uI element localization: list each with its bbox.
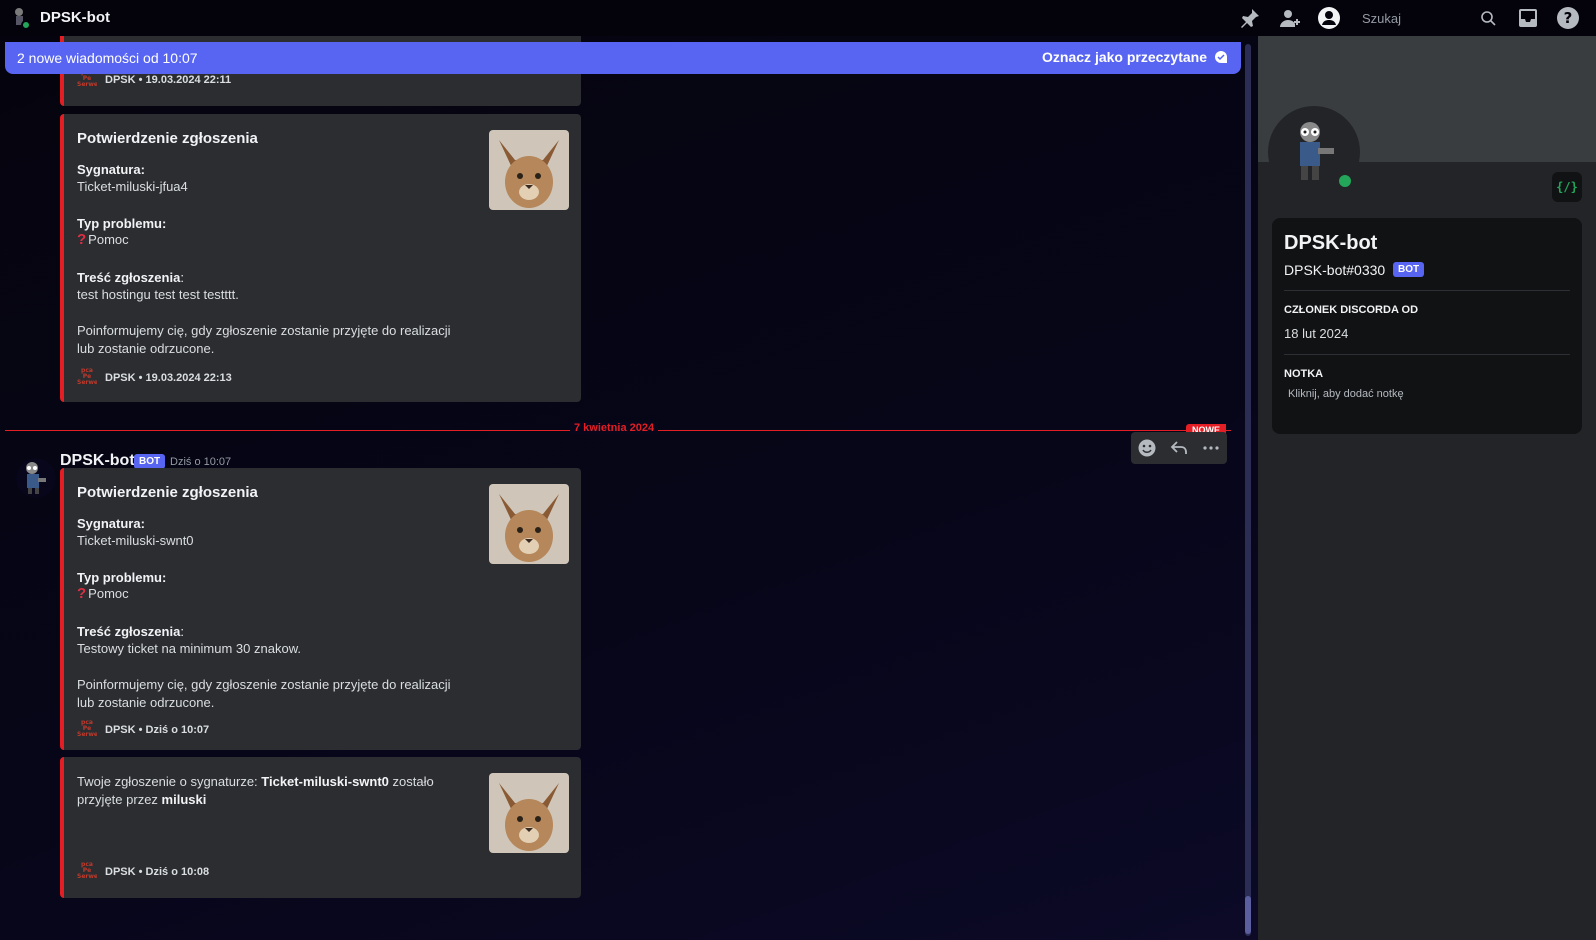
reply-icon[interactable] <box>1167 436 1191 460</box>
field-name: Typ problemu: <box>77 216 167 231</box>
caracal-thumbnail[interactable] <box>489 773 569 853</box>
embed-note-line: lub zostanie odrzucone. <box>77 695 215 710</box>
embed-ticket-accepted: Twoje zgłoszenie o sygnaturze: Ticket-mi… <box>60 757 581 898</box>
mark-read-icon <box>1215 51 1227 63</box>
profile-tag: DPSK-bot#0330 <box>1284 262 1386 278</box>
inbox-icon[interactable] <box>1516 6 1540 30</box>
card-separator <box>1284 354 1570 355</box>
chat-area: pca Pe Serwe DPSK • 19.03.2024 22:11 Pot… <box>0 36 1258 940</box>
help-icon[interactable]: ? <box>1556 6 1580 30</box>
profile-card: DPSK-bot DPSK-bot#0330 BOT CZŁONEK DISCO… <box>1272 218 1582 434</box>
user-profile-panel: {/} DPSK-bot DPSK-bot#0330 BOT CZŁONEK D… <box>1258 36 1596 940</box>
embed-title: Potwierdzenie zgłoszenia <box>77 484 258 501</box>
channel-title: DPSK-bot <box>40 9 110 26</box>
field-name: Sygnatura: <box>77 516 145 531</box>
footer-logo-icon: pca Pe Serwe <box>77 368 97 386</box>
add-reaction-icon[interactable] <box>1135 436 1159 460</box>
search-input[interactable] <box>1354 10 1464 26</box>
member-since-date: 18 lut 2024 <box>1284 326 1349 341</box>
bot-avatar-icon <box>15 8 31 30</box>
field-value: ? Pomoc <box>77 231 129 248</box>
field-name: Sygnatura: <box>77 162 145 177</box>
user-profile-icon[interactable] <box>1317 6 1341 30</box>
new-messages-text: 2 nowe wiadomości od 10:07 <box>17 50 198 66</box>
embed-footer: pca Pe Serwe DPSK • Dziś o 10:08 <box>77 862 210 880</box>
embed-footer: pca Pe Serwe DPSK • 19.03.2024 22:13 <box>77 368 232 386</box>
note-input[interactable] <box>1284 382 1570 406</box>
question-mark-icon: ? <box>77 231 87 248</box>
pin-icon[interactable] <box>1238 6 1262 30</box>
message-timestamp: Dziś o 10:07 <box>170 456 232 468</box>
profile-bot-tag: BOT <box>1393 262 1425 277</box>
search-box[interactable] <box>1354 6 1502 30</box>
add-friend-icon[interactable] <box>1278 6 1302 30</box>
embed-note-line: Poinformujemy cię, gdy zgłoszenie zostan… <box>77 323 451 338</box>
online-status-icon <box>1336 172 1354 190</box>
message-actions-toolbar <box>1131 432 1227 464</box>
footer-logo-icon: pca Pe Serwe <box>77 720 97 738</box>
member-since-heading: CZŁONEK DISCORDA OD <box>1284 304 1419 316</box>
embed-ticket-confirmation-1: Potwierdzenie zgłoszenia Sygnatura: Tick… <box>60 114 581 402</box>
title-bar: DPSK-bot ? <box>0 0 1596 36</box>
chat-scrollbar-thumb[interactable] <box>1245 896 1251 934</box>
message-author-avatar[interactable] <box>16 458 56 498</box>
field-value: ? Pomoc <box>77 585 129 602</box>
caracal-thumbnail[interactable] <box>489 130 569 210</box>
embed-ticket-confirmation-2: Potwierdzenie zgłoszenia Sygnatura: Tick… <box>60 468 581 750</box>
field-value: Ticket-miluski-jfua4 <box>77 179 188 194</box>
note-heading: NOTKA <box>1284 368 1324 380</box>
embed-note-line: Poinformujemy cię, gdy zgłoszenie zostan… <box>77 677 451 692</box>
active-developer-badge-icon[interactable]: {/} <box>1552 172 1582 202</box>
chat-scrollbar-track[interactable] <box>1245 44 1251 936</box>
mark-as-read-button[interactable]: Oznacz jako przeczytane <box>1042 49 1229 65</box>
embed-title: Potwierdzenie zgłoszenia <box>77 130 258 147</box>
field-name: Treść zgłoszenia: <box>77 270 184 285</box>
field-name: Typ problemu: <box>77 570 167 585</box>
field-value: test hostingu test test testttt. <box>77 287 239 302</box>
embed-footer: pca Pe Serwe DPSK • Dziś o 10:07 <box>77 720 210 738</box>
profile-name: DPSK-bot <box>1284 232 1378 254</box>
accepted-message-line2: przyjęte przez miluski <box>77 792 207 807</box>
card-separator <box>1284 290 1570 291</box>
question-mark-icon: ? <box>77 585 87 602</box>
embed-note-line: lub zostanie odrzucone. <box>77 341 215 356</box>
footer-logo-icon: pca Pe Serwe <box>77 862 97 880</box>
field-value: Ticket-miluski-swnt0 <box>77 533 194 548</box>
svg-text:?: ? <box>1564 9 1573 27</box>
caracal-thumbnail[interactable] <box>489 484 569 564</box>
more-options-icon[interactable] <box>1199 436 1223 460</box>
search-icon[interactable] <box>1480 10 1496 26</box>
bot-tag: BOT <box>134 454 166 469</box>
field-name: Treść zgłoszenia: <box>77 624 184 639</box>
new-messages-bar[interactable]: 2 nowe wiadomości od 10:07 Oznacz jako p… <box>5 42 1241 74</box>
field-value: Testowy ticket na minimum 30 znakow. <box>77 641 301 656</box>
accepted-message-line1: Twoje zgłoszenie o sygnaturze: Ticket-mi… <box>77 774 434 789</box>
date-divider-label: 7 kwietnia 2024 <box>570 422 659 434</box>
